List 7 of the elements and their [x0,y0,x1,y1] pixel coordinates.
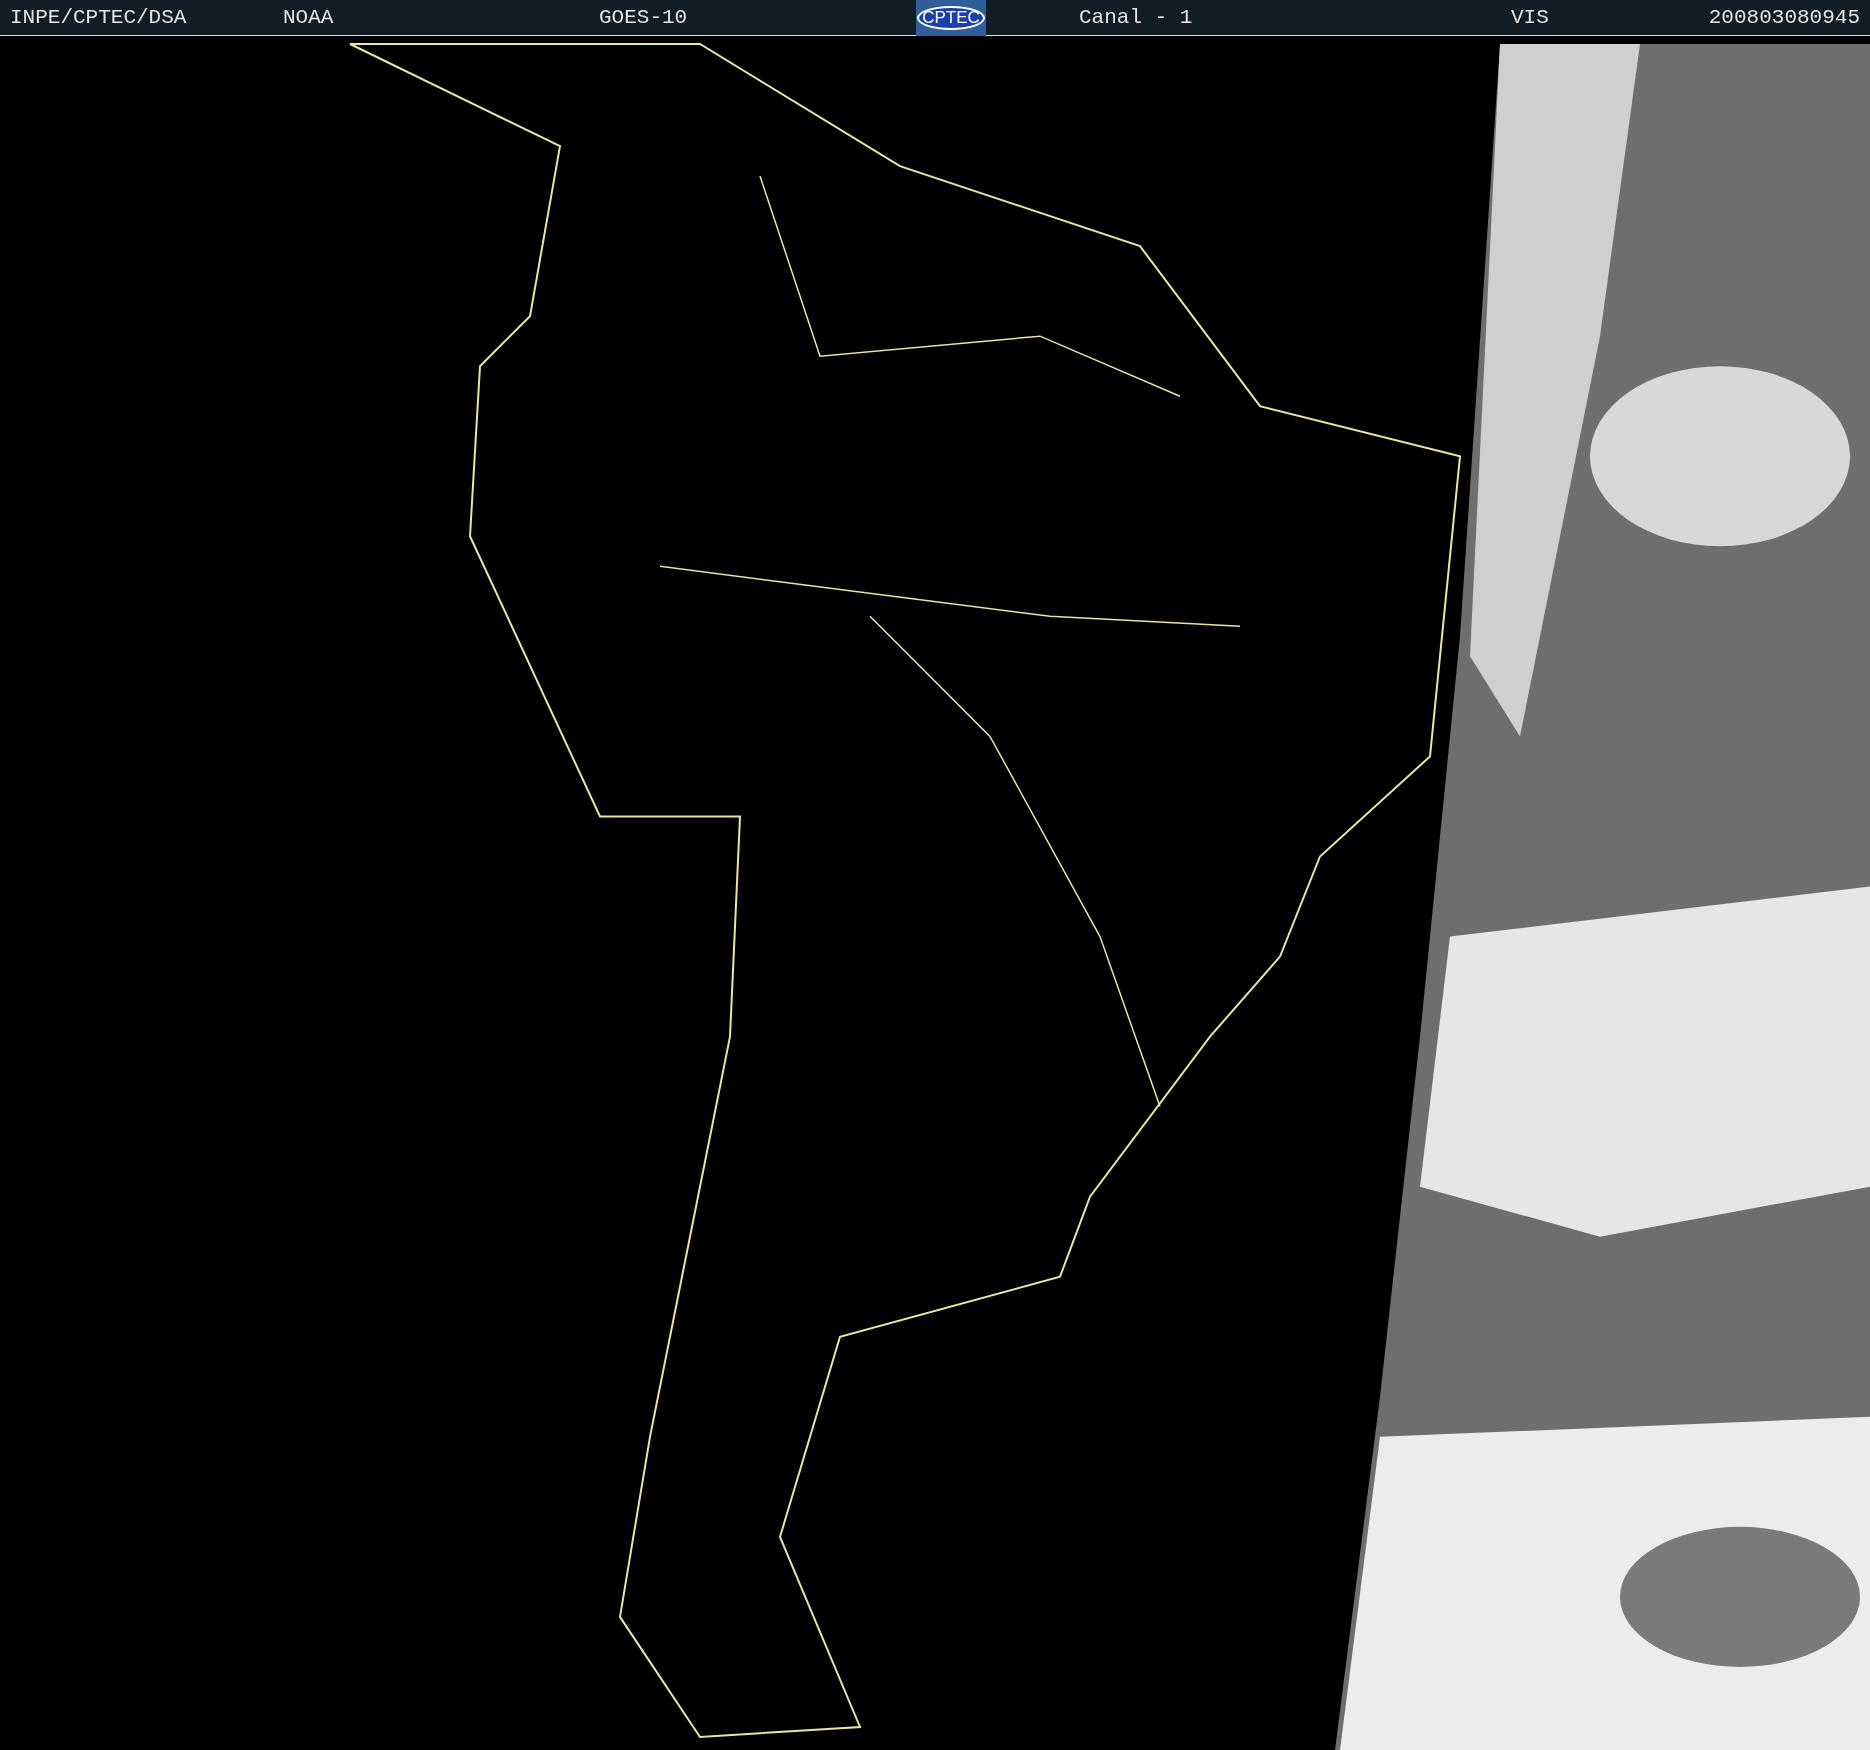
timestamp-label: 200803080945 [1708,5,1860,29]
agency-label: NOAA [283,5,334,29]
channel-label: Canal - 1 [1079,5,1193,29]
satellite-label: GOES-10 [599,5,688,29]
band-label: VIS [1511,5,1549,29]
source-label: INPE/CPTEC/DSA [10,5,187,29]
logo: CPTEC [916,0,986,36]
